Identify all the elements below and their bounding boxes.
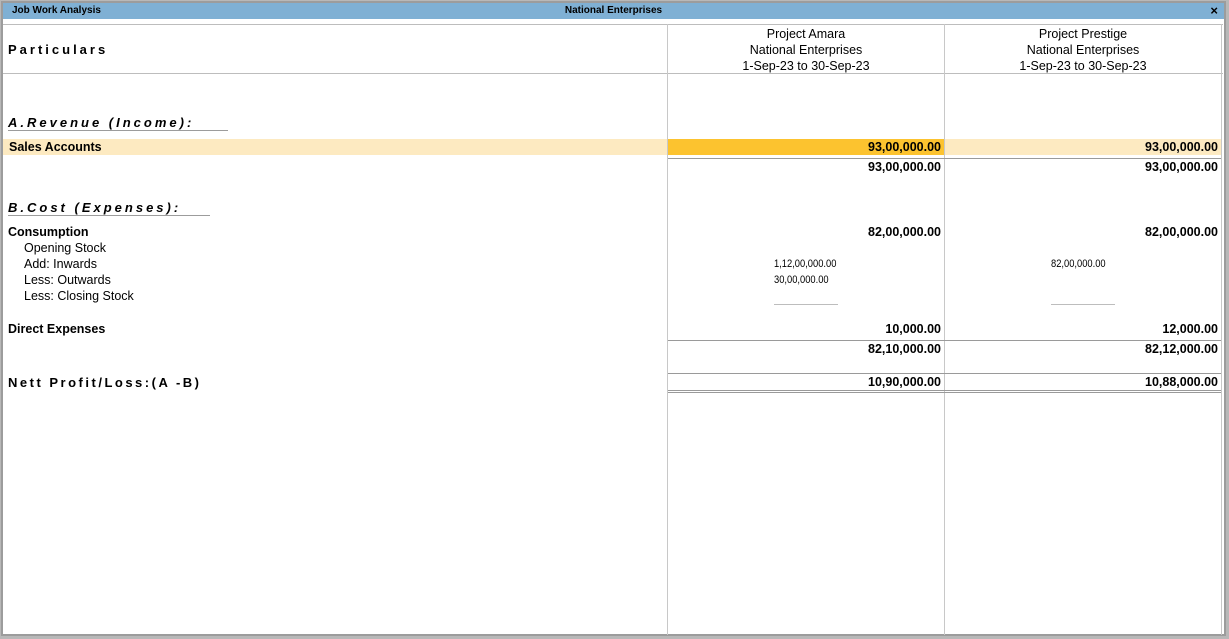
revenue-heading: A.Revenue (Income): — [8, 115, 195, 130]
inwards-value-amara: 1,12,00,000.00 — [774, 258, 837, 270]
inwards-label: Add: Inwards — [24, 257, 97, 271]
consumption-value-amara[interactable]: 82,00,000.00 — [671, 225, 941, 239]
period: 1-Sep-23 to 30-Sep-23 — [742, 59, 870, 73]
project-name: Project Prestige — [1038, 27, 1128, 41]
column-divider — [667, 24, 668, 635]
sales-value-amara[interactable]: 93,00,000.00 — [671, 140, 941, 154]
company-title: National Enterprises — [564, 5, 663, 16]
net-top-divider — [668, 373, 1221, 374]
net-profit-prestige: 10,88,000.00 — [1145, 375, 1218, 389]
opening-stock-label: Opening Stock — [24, 241, 106, 255]
direct-expenses-prestige[interactable]: 12,000.00 — [948, 322, 1218, 336]
cost-heading-underline — [8, 215, 210, 216]
particulars-header: Particulars — [8, 42, 109, 57]
header-top-divider — [3, 24, 1223, 25]
inwards-value-prestige: 82,00,000.00 — [1051, 258, 1106, 270]
company-name: National Enterprises — [1026, 43, 1140, 57]
column-divider — [1221, 24, 1222, 635]
consumption-value-prestige[interactable]: 82,00,000.00 — [948, 225, 1218, 239]
net-double-divider-1 — [668, 390, 1221, 391]
revenue-total-divider — [668, 158, 1221, 159]
revenue-total-prestige: 93,00,000.00 — [1145, 160, 1218, 174]
revenue-heading-underline — [8, 130, 228, 131]
direct-expenses-amara[interactable]: 10,000.00 — [671, 322, 941, 336]
subtotal-divider-prestige — [1051, 304, 1115, 305]
report-window — [1, 1, 1226, 636]
consumption-row[interactable]: Consumption — [8, 225, 89, 239]
column-header-prestige[interactable]: Project Prestige National Enterprises 1-… — [945, 26, 1221, 74]
company-name: National Enterprises — [749, 43, 863, 57]
cost-total-amara: 82,10,000.00 — [868, 342, 941, 356]
net-profit-label: Nett Profit/Loss:(A -B) — [8, 375, 202, 390]
sales-row-highlight — [3, 139, 667, 155]
outwards-label: Less: Outwards — [24, 273, 111, 287]
close-icon[interactable]: × — [1210, 3, 1218, 18]
title-bar: Job Work Analysis National Enterprises × — [3, 3, 1224, 19]
sales-value-prestige[interactable]: 93,00,000.00 — [948, 140, 1218, 154]
period: 1-Sep-23 to 30-Sep-23 — [1019, 59, 1147, 73]
cost-total-prestige: 82,12,000.00 — [1145, 342, 1218, 356]
column-header-amara[interactable]: Project Amara National Enterprises 1-Sep… — [668, 26, 944, 74]
cost-total-divider — [668, 340, 1221, 341]
direct-expenses-row[interactable]: Direct Expenses — [8, 322, 105, 336]
net-profit-amara: 10,90,000.00 — [868, 375, 941, 389]
column-divider — [944, 24, 945, 635]
project-name: Project Amara — [766, 27, 846, 41]
outwards-value-amara: 30,00,000.00 — [774, 274, 829, 286]
closing-stock-label: Less: Closing Stock — [24, 289, 134, 303]
sales-accounts-row[interactable]: Sales Accounts — [9, 140, 102, 154]
net-double-divider-2 — [668, 392, 1221, 393]
revenue-total-amara: 93,00,000.00 — [868, 160, 941, 174]
cost-heading: B.Cost (Expenses): — [8, 200, 182, 215]
subtotal-divider-amara — [774, 304, 838, 305]
